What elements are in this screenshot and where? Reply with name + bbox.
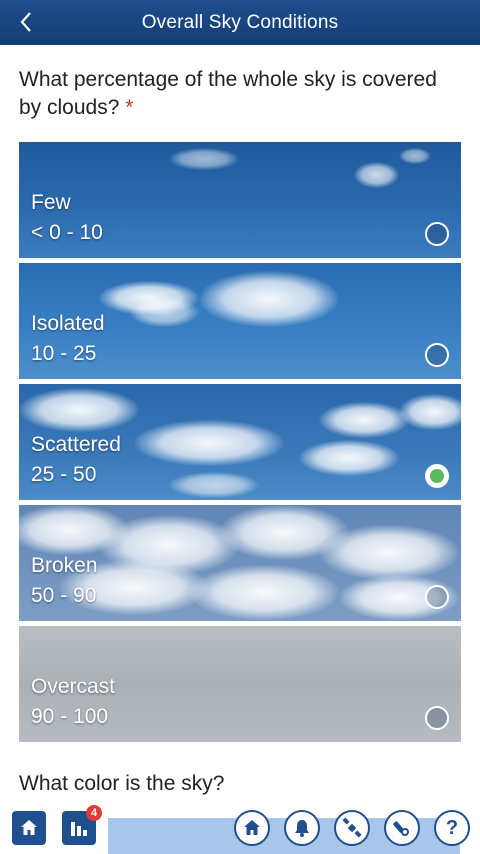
home-icon <box>21 820 37 835</box>
option-name: Overcast <box>31 675 116 698</box>
option-scattered-label: Scattered 25 - 50 <box>31 430 121 490</box>
radio-broken[interactable] <box>425 585 449 609</box>
option-broken[interactable]: Broken 50 - 90 <box>19 505 461 621</box>
sky-color-question: What color is the sky? <box>19 772 225 795</box>
bell-icon <box>295 820 309 837</box>
option-few-label: Few < 0 - 10 <box>31 188 103 248</box>
home-button[interactable] <box>12 811 46 845</box>
radio-few[interactable] <box>425 222 449 246</box>
bottom-toolbar: 4 ? <box>0 803 480 854</box>
question-text: What percentage of the whole sky is cove… <box>19 68 437 119</box>
radio-overcast[interactable] <box>425 706 449 730</box>
radio-isolated[interactable] <box>425 343 449 367</box>
chevron-left-icon <box>20 12 31 32</box>
option-isolated[interactable]: Isolated 10 - 25 <box>19 263 461 379</box>
option-name: Few <box>31 191 71 214</box>
page-title: Overall Sky Conditions <box>141 11 339 33</box>
option-broken-label: Broken 50 - 90 <box>31 551 98 611</box>
option-overcast[interactable]: Overcast 90 - 100 <box>19 626 461 742</box>
cloud-cover-question: What percentage of the whole sky is cove… <box>19 66 459 122</box>
option-name: Broken <box>31 554 98 577</box>
help-button[interactable]: ? <box>434 810 470 846</box>
back-button[interactable] <box>14 8 38 36</box>
home-icon <box>244 820 260 835</box>
telescope-button[interactable] <box>384 810 420 846</box>
option-scattered[interactable]: Scattered 25 - 50 <box>19 384 461 500</box>
telescope-icon <box>393 821 409 836</box>
satellite-button[interactable] <box>334 810 370 846</box>
notifications-button[interactable] <box>284 810 320 846</box>
notification-badge: 4 <box>86 805 102 821</box>
nav-home-button[interactable] <box>234 810 270 846</box>
radio-scattered[interactable] <box>425 464 449 488</box>
required-mark: * <box>125 96 134 119</box>
bar-chart-icon <box>71 822 87 836</box>
help-icon: ? <box>445 816 459 839</box>
option-range: 50 - 90 <box>31 584 97 607</box>
option-name: Isolated <box>31 312 105 335</box>
option-range: < 0 - 10 <box>31 221 103 244</box>
option-few[interactable]: Few < 0 - 10 <box>19 142 461 258</box>
cloud-cover-options: Few < 0 - 10 Isolated 10 - 25 Scattered … <box>19 142 461 747</box>
app-header: Overall Sky Conditions <box>0 0 480 45</box>
option-overcast-label: Overcast 90 - 100 <box>31 672 115 732</box>
option-range: 25 - 50 <box>31 463 97 486</box>
option-isolated-label: Isolated 10 - 25 <box>31 309 105 369</box>
option-range: 90 - 100 <box>31 705 109 728</box>
stats-button[interactable]: 4 <box>62 805 102 845</box>
option-name: Scattered <box>31 433 121 456</box>
option-range: 10 - 25 <box>31 342 97 365</box>
satellite-icon <box>342 817 362 838</box>
